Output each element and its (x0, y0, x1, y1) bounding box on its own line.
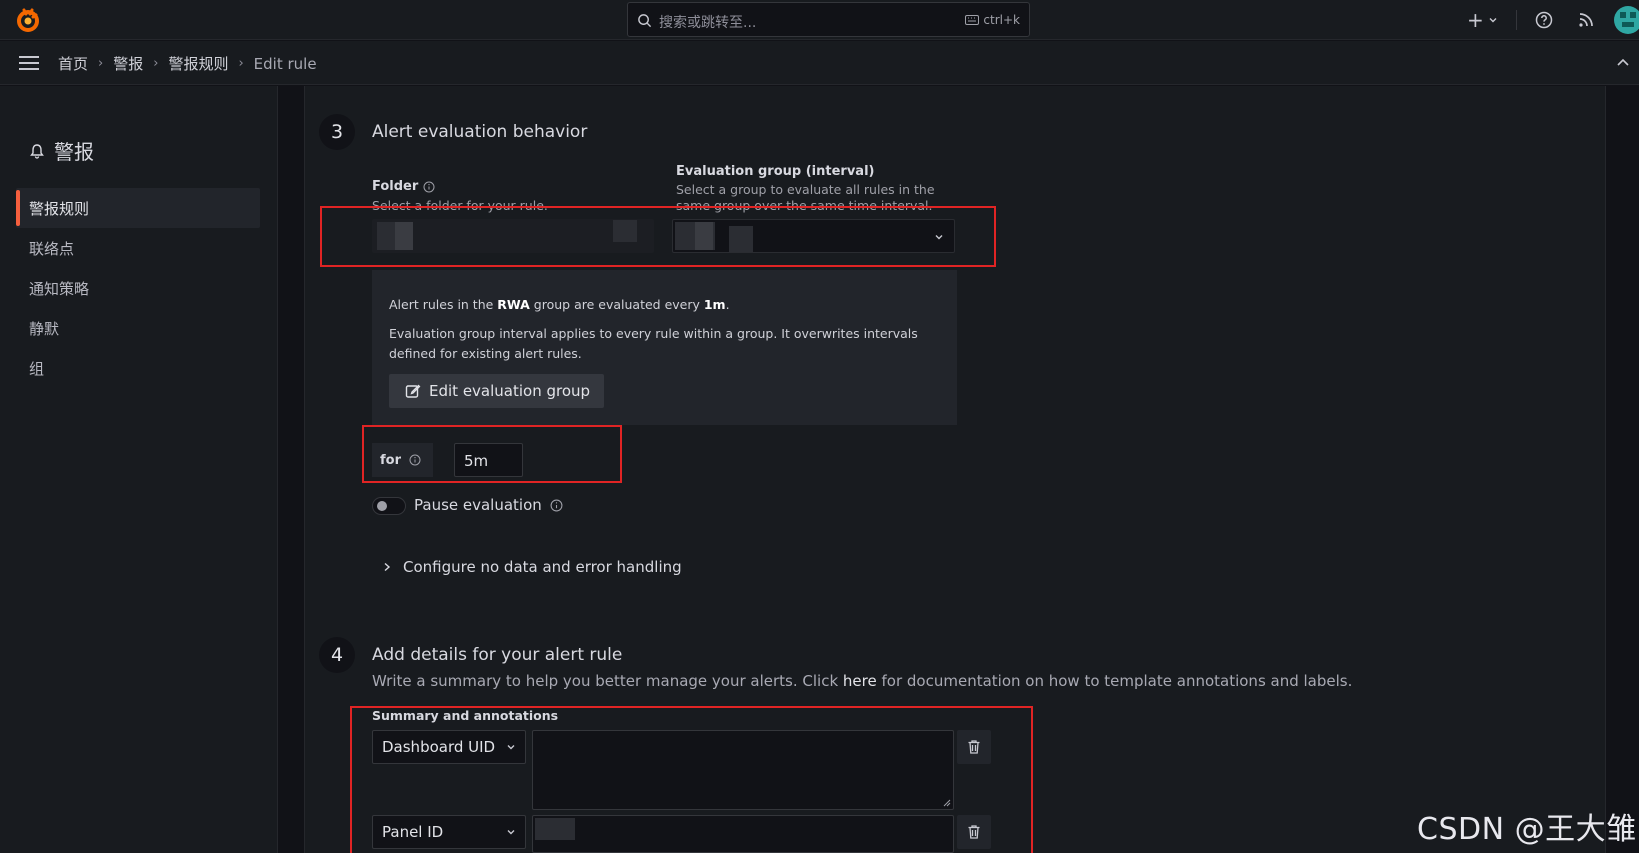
watermark: CSDN @王大雏 (1417, 812, 1637, 847)
info-icon[interactable] (550, 499, 563, 512)
edit-icon (405, 384, 421, 398)
search-shortcut: ctrl+k (965, 13, 1020, 27)
info-interval-note: Evaluation group interval applies to eve… (389, 326, 918, 361)
chevron-right-icon (384, 562, 391, 572)
section-title: Alert evaluation behavior (372, 122, 588, 142)
sidebar-item-contact-points[interactable]: 联络点 (16, 228, 260, 268)
search-bar[interactable]: 搜索或跳转至... ctrl+k (627, 2, 1030, 37)
chevron-up-icon[interactable] (1616, 56, 1630, 70)
section-title: Add details for your alert rule (372, 645, 623, 665)
menu-icon[interactable] (18, 55, 40, 71)
configure-no-data-toggle[interactable]: Configure no data and error handling (383, 558, 682, 576)
info-icon[interactable] (423, 181, 435, 193)
folder-label: Folder (372, 179, 435, 194)
breadcrumb-separator: › (98, 56, 104, 71)
breadcrumb-alert-rules[interactable]: 警报规则 (168, 53, 228, 74)
grafana-logo-icon[interactable] (14, 6, 42, 34)
top-bar: 搜索或跳转至... ctrl+k + (0, 0, 1639, 40)
plus-icon: + (1467, 8, 1484, 32)
breadcrumb-home[interactable]: 首页 (58, 53, 88, 74)
pause-evaluation-label: Pause evaluation (414, 496, 563, 514)
news-feed-icon[interactable] (1576, 10, 1596, 30)
step-number: 3 (319, 114, 355, 150)
highlight-box (320, 206, 996, 267)
breadcrumb-alerting[interactable]: 警报 (113, 53, 143, 74)
step-number: 4 (319, 637, 355, 673)
sidebar: 警报 警报规则 联络点 通知策略 静默 组 (0, 86, 278, 853)
evaluation-group-info: Alert rules in the RWA group are evaluat… (372, 270, 957, 425)
sidebar-title: 警报 (30, 136, 94, 165)
evaluation-group-label: Evaluation group (interval) (676, 164, 875, 179)
bell-icon (30, 143, 44, 159)
chevron-down-icon (1489, 18, 1497, 23)
breadcrumb-separator: › (153, 56, 159, 71)
breadcrumb-separator: › (238, 56, 244, 71)
new-menu-button[interactable]: + (1467, 8, 1507, 32)
pause-evaluation-toggle[interactable] (372, 497, 406, 515)
sidebar-item-notification-policies[interactable]: 通知策略 (16, 268, 260, 308)
sidebar-item-groups[interactable]: 组 (16, 348, 260, 388)
help-icon[interactable] (1534, 10, 1554, 30)
user-avatar[interactable] (1614, 6, 1639, 34)
sidebar-item-alert-rules[interactable]: 警报规则 (16, 188, 260, 228)
documentation-link[interactable]: here (843, 672, 877, 690)
section-description: Write a summary to help you better manag… (372, 672, 1353, 690)
info-interval-text: Alert rules in the RWA group are evaluat… (389, 297, 730, 312)
highlight-box (362, 425, 622, 483)
sidebar-item-silences[interactable]: 静默 (16, 308, 260, 348)
breadcrumb-current: Edit rule (253, 54, 317, 73)
search-placeholder: 搜索或跳转至... (659, 15, 757, 31)
highlight-box (350, 706, 1033, 853)
edit-evaluation-group-button[interactable]: Edit evaluation group (389, 374, 604, 408)
breadcrumb: 首页 › 警报 › 警报规则 › Edit rule (58, 53, 317, 74)
breadcrumb-bar: 首页 › 警报 › 警报规则 › Edit rule (0, 41, 1639, 85)
search-icon (638, 14, 652, 28)
keyboard-icon (965, 15, 980, 25)
divider (1516, 10, 1517, 30)
